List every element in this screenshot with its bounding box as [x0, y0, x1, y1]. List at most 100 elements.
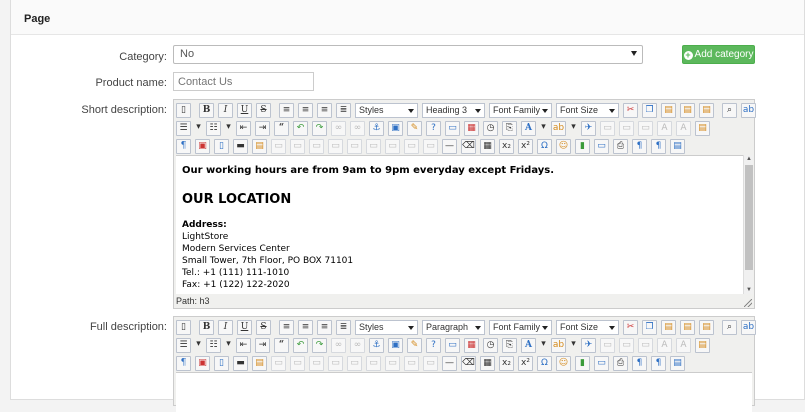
- format-dropdown[interactable]: Heading 3: [422, 102, 485, 118]
- undo-icon[interactable]: ↶: [293, 337, 308, 353]
- category-select[interactable]: No: [173, 45, 643, 64]
- media-icon[interactable]: ▣: [195, 138, 210, 154]
- link-icon[interactable]: ∞: [331, 120, 346, 136]
- dim-icon-3[interactable]: ▭: [309, 138, 324, 154]
- paste-word-icon[interactable]: ▤: [699, 102, 714, 118]
- paragraph-icon[interactable]: ¶: [176, 138, 191, 154]
- new-document-icon[interactable]: ▯: [176, 319, 191, 335]
- dim-icon-9[interactable]: ▭: [423, 355, 438, 371]
- rtl-icon[interactable]: ¶: [651, 355, 666, 371]
- row-props-icon[interactable]: ▭: [619, 337, 634, 353]
- italic-button[interactable]: I: [218, 319, 233, 335]
- template-icon[interactable]: ▯: [214, 355, 229, 371]
- indent-icon[interactable]: ⇥: [255, 120, 270, 136]
- emotions-icon[interactable]: ☺: [556, 355, 571, 371]
- fullscreen-icon[interactable]: ▭: [594, 355, 609, 371]
- media-icon[interactable]: ▣: [195, 355, 210, 371]
- blockquote-icon[interactable]: “: [274, 120, 289, 136]
- preview-icon[interactable]: ⎘: [502, 120, 517, 136]
- help-icon[interactable]: ?: [426, 337, 441, 353]
- paste-text-icon[interactable]: ▤: [680, 102, 695, 118]
- code-icon[interactable]: ▭: [445, 337, 460, 353]
- cell-props-icon[interactable]: ▭: [638, 337, 653, 353]
- chevron-down-icon[interactable]: ▾: [570, 121, 577, 136]
- indent-icon[interactable]: ⇥: [255, 337, 270, 353]
- visual-aid-icon[interactable]: ▦: [480, 355, 495, 371]
- anchor-icon[interactable]: ⚓: [369, 337, 384, 353]
- chevron-down-icon[interactable]: ▾: [540, 338, 547, 353]
- dim-icon-7[interactable]: ▭: [385, 355, 400, 371]
- rtl-icon[interactable]: ¶: [651, 138, 666, 154]
- fullscreen-icon[interactable]: ▭: [594, 138, 609, 154]
- table-props-icon[interactable]: ▭: [600, 120, 615, 136]
- print-icon[interactable]: ⎙: [613, 355, 628, 371]
- scrollbar-thumb[interactable]: [745, 165, 753, 270]
- italic-button[interactable]: I: [218, 102, 233, 118]
- font-family-dropdown[interactable]: Font Family: [489, 102, 552, 118]
- emotions-icon[interactable]: ☺: [556, 138, 571, 154]
- font-size-dropdown[interactable]: Font Size: [556, 319, 619, 335]
- dim-icon-2[interactable]: ▭: [290, 138, 305, 154]
- find-icon[interactable]: ⌕: [722, 319, 737, 335]
- chevron-down-icon[interactable]: ▾: [225, 338, 232, 353]
- dim-icon-4[interactable]: ▭: [328, 355, 343, 371]
- bold-button[interactable]: B: [199, 319, 214, 335]
- cleanup-icon[interactable]: ✎: [407, 337, 422, 353]
- new-document-icon[interactable]: ▯: [176, 102, 191, 118]
- font-icon[interactable]: A: [676, 120, 691, 136]
- outdent-icon[interactable]: ⇤: [236, 120, 251, 136]
- full-description-content[interactable]: [176, 372, 752, 412]
- numbered-list-icon[interactable]: ☷: [206, 120, 221, 136]
- style-icon[interactable]: A: [657, 337, 672, 353]
- align-right-icon[interactable]: ≡: [317, 319, 332, 335]
- align-justify-icon[interactable]: ≣: [336, 102, 351, 118]
- insert-time-icon[interactable]: ◷: [483, 120, 498, 136]
- styles-dropdown[interactable]: Styles: [355, 102, 418, 118]
- note-icon[interactable]: ▤: [252, 138, 267, 154]
- subscript-icon[interactable]: x₂: [499, 138, 514, 154]
- resize-handle-icon[interactable]: [744, 299, 752, 307]
- align-left-icon[interactable]: ≡: [279, 319, 294, 335]
- template-icon[interactable]: ▯: [214, 138, 229, 154]
- layout-icon[interactable]: ▬: [233, 138, 248, 154]
- undo-icon[interactable]: ↶: [293, 120, 308, 136]
- insert-date-icon[interactable]: ▦: [464, 120, 479, 136]
- nonbreaking-icon[interactable]: ▤: [670, 138, 685, 154]
- outdent-icon[interactable]: ⇤: [236, 337, 251, 353]
- layer-icon[interactable]: ✈: [581, 337, 596, 353]
- bullet-list-icon[interactable]: ☰: [176, 120, 191, 136]
- cell-props-icon[interactable]: ▭: [638, 120, 653, 136]
- chevron-down-icon[interactable]: ▾: [195, 121, 202, 136]
- dim-icon-1[interactable]: ▭: [271, 355, 286, 371]
- strikethrough-button[interactable]: S: [256, 102, 271, 118]
- ltr-icon[interactable]: ¶: [632, 355, 647, 371]
- layout-icon[interactable]: ▬: [233, 355, 248, 371]
- dim-icon-5[interactable]: ▭: [347, 138, 362, 154]
- row-props-icon[interactable]: ▭: [619, 120, 634, 136]
- style-icon[interactable]: A: [657, 120, 672, 136]
- dim-icon-4[interactable]: ▭: [328, 138, 343, 154]
- styles-dropdown[interactable]: Styles: [355, 319, 418, 335]
- dim-icon-9[interactable]: ▭: [423, 138, 438, 154]
- copy-icon[interactable]: ❐: [642, 102, 657, 118]
- text-color-icon[interactable]: A: [521, 120, 536, 136]
- subscript-icon[interactable]: x₂: [499, 355, 514, 371]
- horizontal-rule-icon[interactable]: —: [442, 355, 457, 371]
- align-center-icon[interactable]: ≡: [298, 102, 313, 118]
- note-icon[interactable]: ▤: [252, 355, 267, 371]
- dim-icon-6[interactable]: ▭: [366, 138, 381, 154]
- bold-button[interactable]: B: [199, 102, 214, 118]
- paragraph-icon[interactable]: ¶: [176, 355, 191, 371]
- special-char-icon[interactable]: Ω: [537, 138, 552, 154]
- background-color-icon[interactable]: ab: [551, 120, 566, 136]
- dim-icon-5[interactable]: ▭: [347, 355, 362, 371]
- font-icon[interactable]: A: [676, 337, 691, 353]
- paste-word-icon[interactable]: ▤: [699, 319, 714, 335]
- visual-aid-icon[interactable]: ▦: [480, 138, 495, 154]
- table-props-icon[interactable]: ▭: [600, 337, 615, 353]
- font-family-dropdown[interactable]: Font Family: [489, 319, 552, 335]
- insert-date-icon[interactable]: ▦: [464, 337, 479, 353]
- content-scrollbar[interactable]: ▲ ▼: [743, 155, 753, 294]
- format-dropdown[interactable]: Paragraph: [422, 319, 485, 335]
- layer-icon[interactable]: ✈: [581, 120, 596, 136]
